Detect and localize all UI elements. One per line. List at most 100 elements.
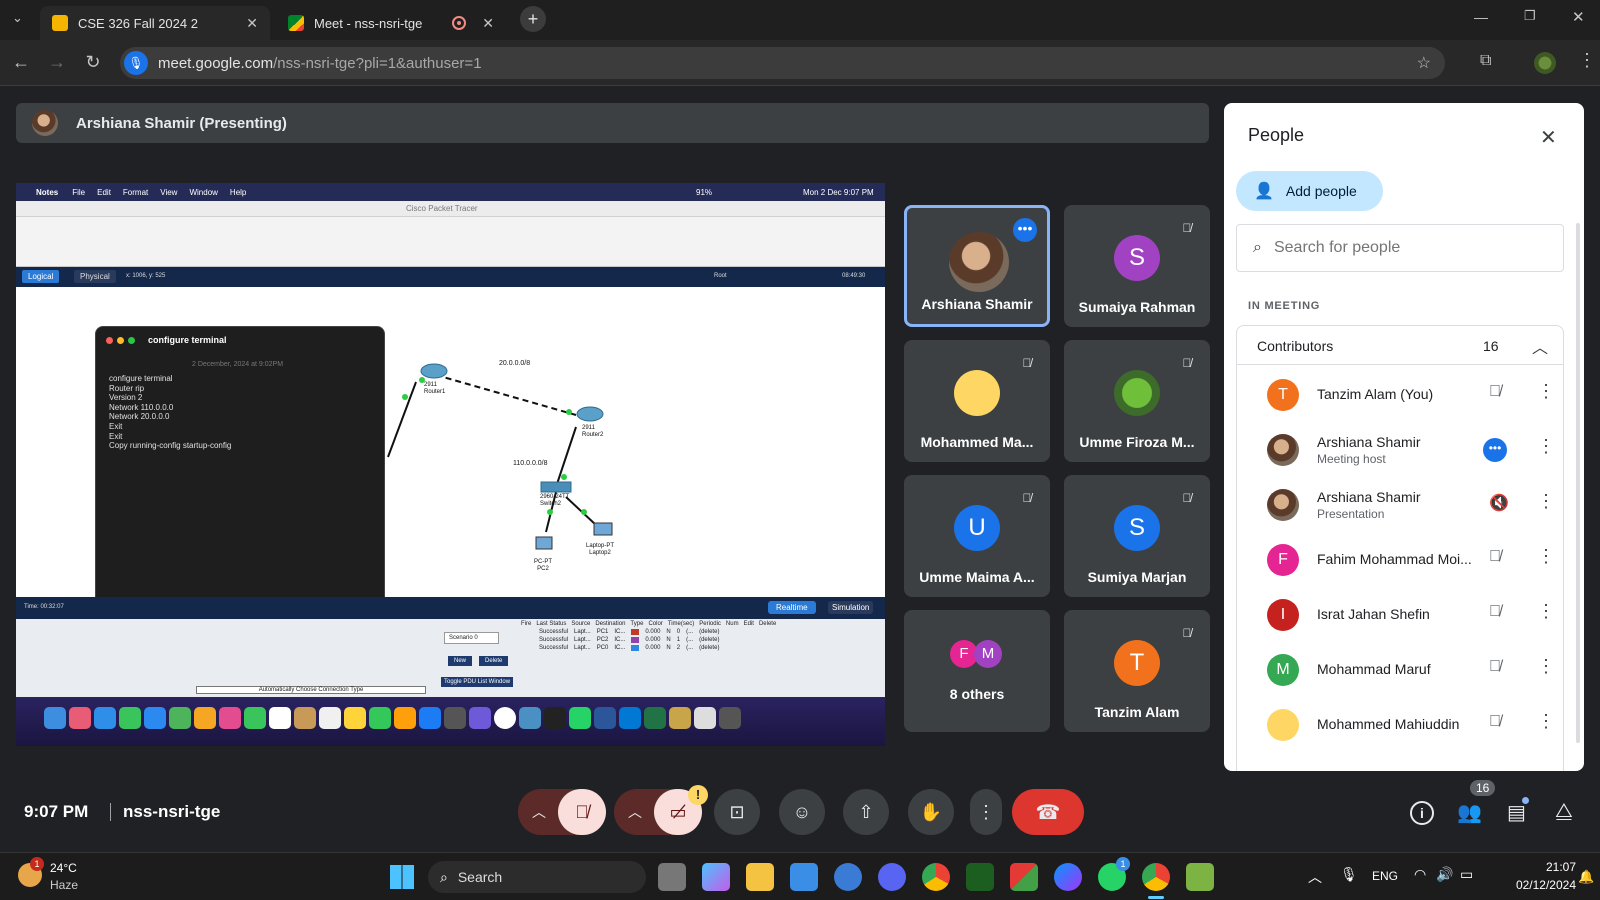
dock-app-icon[interactable] [444, 707, 466, 729]
qbittorrent-icon[interactable] [834, 863, 862, 891]
profile-avatar[interactable] [1534, 52, 1556, 74]
chrome-menu-icon[interactable]: ⋮ [1578, 50, 1596, 71]
microphone-button[interactable]: 🎙̸ [558, 789, 606, 835]
more-options-icon[interactable]: ••• [1013, 218, 1037, 242]
more-vert-icon[interactable]: ⋮ [1537, 656, 1555, 677]
forward-icon[interactable]: → [46, 52, 68, 73]
contributors-header[interactable]: Contributors 16 ︿ [1236, 325, 1564, 365]
pdu-delete[interactable]: (delete) [699, 629, 719, 635]
present-button[interactable]: ⇧ [843, 789, 889, 835]
emoji-button[interactable]: ☺ [779, 789, 825, 835]
search-input[interactable] [1273, 239, 1534, 257]
delete-pdu-button[interactable]: Delete [479, 656, 509, 666]
dock-app-icon[interactable] [544, 707, 566, 729]
tray-chevron-icon[interactable]: ︿ [1308, 867, 1322, 887]
dock-app-icon[interactable] [594, 707, 616, 729]
scenario-select[interactable]: Scenario 0 [444, 632, 499, 644]
dock-app-icon[interactable] [494, 707, 516, 729]
more-vert-icon[interactable]: ⋮ [1537, 381, 1555, 402]
dock-app-icon[interactable] [519, 707, 541, 729]
tile-mohammed[interactable]: 🎙̸ Mohammed Ma... [904, 340, 1050, 462]
more-options-button[interactable]: ⋮ [970, 789, 1002, 835]
close-panel-icon[interactable]: ✕ [1540, 125, 1557, 150]
tile-sumiya-marjan[interactable]: 🎙̸ S Sumiya Marjan [1064, 475, 1210, 597]
volume-icon[interactable]: 🔊 [1436, 866, 1453, 883]
tile-umme-firoza[interactable]: 🎙̸ Umme Firoza M... [1064, 340, 1210, 462]
back-icon[interactable]: ← [10, 52, 32, 73]
close-window-icon[interactable]: ✕ [1572, 8, 1585, 26]
chrome-icon[interactable] [922, 863, 950, 891]
close-tab-icon[interactable]: ✕ [482, 15, 494, 32]
dock-app-icon[interactable] [694, 707, 716, 729]
tile-others[interactable]: F M 8 others [904, 610, 1050, 732]
discord-icon[interactable] [878, 863, 906, 891]
toggle-pdu-button[interactable]: Toggle PDU List Window [441, 677, 514, 687]
leave-call-button[interactable]: ☎ [1012, 789, 1084, 835]
list-item[interactable]: T Tanzim Alam (You) 🎙̸ ⋮ [1237, 367, 1577, 423]
tile-arshiana[interactable]: ••• Arshiana Shamir [904, 205, 1050, 327]
tab-search-chevron-icon[interactable]: ⌄ [12, 10, 23, 26]
file-explorer-icon[interactable] [746, 863, 774, 891]
dock-app-icon[interactable] [94, 707, 116, 729]
dock-app-icon[interactable] [619, 707, 641, 729]
restore-icon[interactable]: ❐ [1524, 8, 1536, 24]
dock-app-icon[interactable] [669, 707, 691, 729]
bookmark-star-icon[interactable]: ☆ [1417, 53, 1431, 73]
more-vert-icon[interactable]: ⋮ [1537, 436, 1555, 457]
more-vert-icon[interactable]: ⋮ [1537, 711, 1555, 732]
dock-app-icon[interactable] [319, 707, 341, 729]
realtime-button[interactable]: Realtime [768, 601, 816, 614]
chat-icon[interactable]: ▤ [1507, 800, 1526, 825]
more-vert-icon[interactable]: ⋮ [1537, 546, 1555, 567]
list-item[interactable]: F Fahim Mohammad Moi... 🎙̸ ⋮ [1237, 532, 1577, 588]
language-indicator[interactable]: ENG [1372, 869, 1398, 883]
activities-icon[interactable]: ⧋ [1555, 800, 1573, 823]
raise-hand-button[interactable]: ✋ [908, 789, 954, 835]
more-vert-icon[interactable]: ⋮ [1537, 601, 1555, 622]
tab-cse326[interactable]: CSE 326 Fall 2024 2 ✕ [40, 6, 270, 40]
dock-app-icon[interactable] [269, 707, 291, 729]
dock-app-icon[interactable] [69, 707, 91, 729]
notification-bell-icon[interactable]: 🔔 [1578, 869, 1594, 885]
info-icon[interactable]: i [1410, 801, 1434, 825]
simulation-button[interactable]: Simulation [828, 601, 874, 614]
dock-app-icon[interactable] [144, 707, 166, 729]
zoom-dot[interactable] [128, 337, 135, 344]
taskbar-search[interactable]: ⌕ Search [428, 861, 646, 893]
chrome-active-icon[interactable] [1142, 863, 1170, 891]
list-item[interactable]: M Mohammad Maruf 🎙̸ ⋮ [1237, 642, 1577, 698]
list-item[interactable]: Arshiana Shamir Meeting host ••• ⋮ [1237, 422, 1577, 478]
tab-meet[interactable]: Meet - nss-nsri-tge ✕ [276, 6, 506, 40]
reload-icon[interactable]: ↻ [82, 52, 104, 73]
pdu-delete[interactable]: (delete) [699, 645, 719, 651]
wifi-icon[interactable]: ◠ [1414, 866, 1426, 883]
notes-body[interactable]: configure terminal Router rip Version 2 … [109, 374, 231, 451]
dock-app-icon[interactable] [169, 707, 191, 729]
panel-scrollbar[interactable] [1576, 223, 1580, 743]
dock-app-icon[interactable] [244, 707, 266, 729]
dock-app-icon[interactable] [469, 707, 491, 729]
new-tab-icon[interactable]: + [520, 6, 546, 32]
people-search[interactable]: ⌕ [1236, 224, 1564, 272]
people-icon[interactable]: 👥 [1457, 800, 1482, 825]
collapse-chevron-icon[interactable]: ︿ [1532, 334, 1548, 358]
dock-app-icon[interactable] [644, 707, 666, 729]
windows-start-icon[interactable] [390, 865, 414, 889]
minimize-icon[interactable]: — [1474, 9, 1488, 25]
mic-site-icon[interactable]: 🎙 [124, 51, 148, 75]
more-options-icon[interactable]: ••• [1483, 438, 1507, 462]
terminal-icon[interactable] [966, 863, 994, 891]
dock-app-icon[interactable] [719, 707, 741, 729]
list-item[interactable]: I Israt Jahan Shefin 🎙̸ ⋮ [1237, 587, 1577, 643]
mode-logical[interactable]: Logical [22, 270, 60, 283]
minimize-dot[interactable] [117, 337, 124, 344]
messenger-icon[interactable] [1054, 863, 1082, 891]
dock-app-icon[interactable] [419, 707, 441, 729]
clock-time[interactable]: 21:07 [1514, 860, 1576, 874]
dock-app-icon[interactable] [394, 707, 416, 729]
pdu-delete[interactable]: (delete) [699, 637, 719, 643]
battery-icon[interactable]: ▭ [1460, 866, 1473, 883]
app-icon[interactable] [1010, 863, 1038, 891]
dock-app-icon[interactable] [369, 707, 391, 729]
task-view-icon[interactable] [658, 863, 686, 891]
